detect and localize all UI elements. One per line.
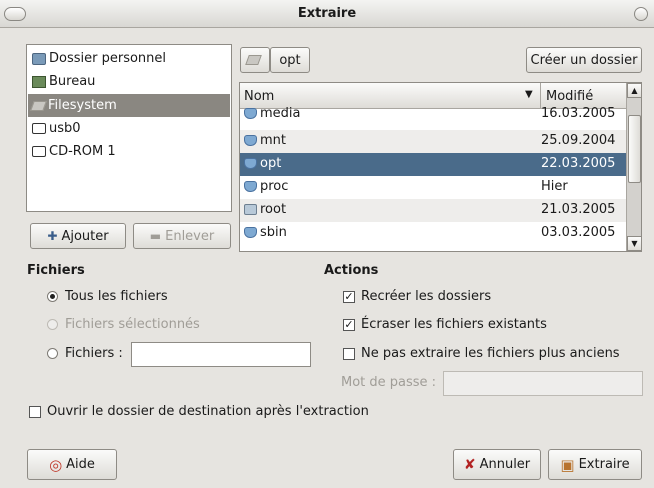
create-folder-label: Créer un dossier [530, 52, 638, 68]
desktop-icon [32, 75, 46, 88]
radio-all-files[interactable]: Tous les fichiers [47, 289, 168, 304]
password-label: Mot de passe : [341, 375, 437, 390]
add-place-label: Ajouter [61, 228, 109, 244]
file-list-scrollbar[interactable]: ▲ ▼ [626, 83, 641, 251]
places-list[interactable]: Dossier personnel Bureau Filesystem usb0… [26, 44, 232, 212]
place-label: usb0 [49, 121, 81, 136]
place-label: Bureau [49, 74, 96, 89]
scroll-up-icon[interactable]: ▲ [627, 83, 641, 98]
path-bar-drive-button[interactable] [240, 47, 270, 73]
path-bar-opt-button[interactable]: opt [270, 47, 310, 73]
add-place-button[interactable]: ✚ Ajouter [30, 223, 126, 249]
place-item-home[interactable]: Dossier personnel [28, 47, 230, 70]
folder-icon [244, 158, 257, 169]
title-bar[interactable]: Extraire [0, 0, 654, 28]
checkbox-unchecked-icon[interactable] [29, 405, 41, 418]
actions-section-title: Actions [324, 263, 379, 278]
window-title: Extraire [297, 6, 357, 21]
file-modified: 21.03.2005 [541, 202, 616, 217]
checkbox-checked-icon[interactable]: ✓ [343, 290, 355, 303]
radio-button[interactable] [47, 319, 58, 330]
extract-archive-icon: ▣ [560, 455, 575, 474]
file-name: mnt [260, 133, 286, 148]
filesystem-icon [30, 100, 47, 111]
place-label: Dossier personnel [49, 51, 167, 66]
files-section-title: Fichiers [27, 263, 85, 278]
checkbox-unchecked-icon[interactable] [343, 347, 355, 360]
file-row-mnt[interactable]: mnt 25.09.2004 [240, 130, 626, 153]
checkbox-label: Écraser les fichiers existants [361, 317, 547, 332]
checkbox-no-older[interactable]: Ne pas extraire les fichiers plus ancien… [343, 346, 620, 361]
file-row-proc[interactable]: proc Hier [240, 176, 626, 199]
files-pattern-input[interactable] [131, 342, 311, 367]
window-close-button[interactable] [634, 7, 648, 21]
place-label: CD-ROM 1 [49, 144, 116, 159]
folder-icon [244, 108, 257, 119]
home-folder-icon [244, 204, 257, 215]
file-modified: 03.03.2005 [541, 225, 616, 240]
file-name: sbin [260, 225, 287, 240]
file-name: root [260, 202, 287, 217]
file-modified: 16.03.2005 [541, 106, 616, 121]
file-list[interactable]: Nom ▼ Modifié media 16.03.2005 mnt 25.09… [239, 82, 642, 252]
file-name: media [260, 106, 301, 121]
scrollbar-thumb[interactable] [628, 115, 641, 183]
file-row-opt[interactable]: opt 22.03.2005 [240, 153, 626, 176]
radio-selected-files[interactable]: Fichiers sélectionnés [47, 317, 200, 332]
folder-icon [244, 227, 257, 238]
folder-icon [244, 135, 257, 146]
path-bar-label: opt [279, 52, 301, 68]
sort-descending-icon: ▼ [525, 89, 533, 100]
scroll-down-icon[interactable]: ▼ [627, 236, 641, 251]
radio-files-pattern[interactable]: Fichiers : [47, 346, 123, 361]
place-item-cdrom[interactable]: CD-ROM 1 [28, 140, 230, 163]
place-item-filesystem[interactable]: Filesystem [28, 94, 230, 117]
file-row-sbin[interactable]: sbin 03.03.2005 [240, 222, 626, 245]
extract-label: Extraire [578, 457, 630, 472]
place-item-usb0[interactable]: usb0 [28, 117, 230, 140]
checkbox-open-destination[interactable]: Ouvrir le dossier de destination après l… [29, 404, 369, 419]
remove-icon: ▬ [149, 229, 162, 243]
help-button[interactable]: ◎ Aide [27, 449, 117, 480]
file-name: proc [260, 179, 289, 194]
place-label: Filesystem [48, 98, 117, 113]
column-header-name[interactable]: Nom [244, 89, 274, 104]
file-modified: 22.03.2005 [541, 156, 616, 171]
checkbox-label: Recréer les dossiers [361, 289, 492, 304]
add-icon: ✚ [47, 229, 58, 243]
radio-label: Fichiers : [65, 346, 123, 361]
file-name: opt [260, 156, 282, 171]
radio-button[interactable] [47, 348, 58, 359]
cancel-label: Annuler [479, 457, 531, 472]
checkbox-recreate-folders[interactable]: ✓ Recréer les dossiers [343, 289, 491, 304]
remove-place-label: Enlever [165, 228, 215, 244]
cancel-x-icon: ✘ [463, 456, 476, 473]
radio-button[interactable] [47, 291, 58, 302]
checkbox-label: Ne pas extraire les fichiers plus ancien… [361, 346, 620, 361]
help-lifebuoy-icon: ◎ [49, 455, 63, 474]
radio-label: Fichiers sélectionnés [65, 317, 200, 332]
remove-place-button[interactable]: ▬ Enlever [133, 223, 231, 249]
file-row-media[interactable]: media 16.03.2005 [240, 106, 626, 126]
file-modified: 25.09.2004 [541, 133, 616, 148]
cancel-button[interactable]: ✘ Annuler [453, 449, 541, 480]
place-item-desktop[interactable]: Bureau [28, 70, 230, 93]
radio-label: Tous les fichiers [65, 289, 168, 304]
checkbox-checked-icon[interactable]: ✓ [343, 318, 355, 331]
home-folder-icon [32, 52, 46, 65]
password-input[interactable] [443, 371, 643, 396]
file-modified: Hier [541, 179, 568, 194]
file-row-root[interactable]: root 21.03.2005 [240, 199, 626, 222]
cdrom-icon [32, 146, 46, 157]
checkbox-overwrite[interactable]: ✓ Écraser les fichiers existants [343, 317, 547, 332]
column-header-modified: Modifié [546, 89, 594, 104]
checkbox-label: Ouvrir le dossier de destination après l… [47, 404, 369, 419]
extract-button[interactable]: ▣ Extraire [548, 449, 642, 480]
drive-icon [32, 123, 46, 134]
help-label: Aide [66, 457, 95, 472]
filesystem-icon [245, 55, 262, 65]
create-folder-button[interactable]: Créer un dossier [526, 47, 642, 73]
folder-icon [244, 181, 257, 192]
